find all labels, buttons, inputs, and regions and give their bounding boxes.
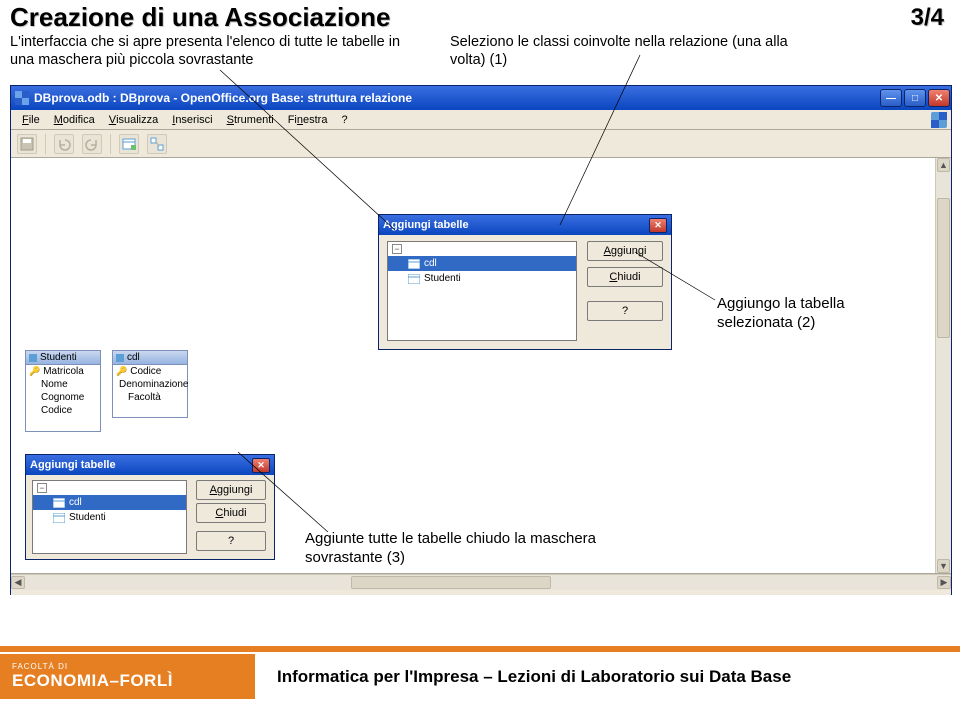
- maximize-button[interactable]: □: [904, 89, 926, 107]
- app-corner-icon: [931, 112, 947, 128]
- window-title: DBprova.odb : DBprova - OpenOffice.org B…: [34, 91, 879, 105]
- horizontal-scrollbar[interactable]: ◀ ▶: [11, 574, 951, 590]
- add-table-icon[interactable]: [119, 134, 139, 154]
- dialog-titlebar[interactable]: Aggiungi tabelle ✕: [26, 455, 274, 475]
- table-row: Nome: [26, 378, 100, 391]
- list-item-label: cdl: [69, 497, 82, 508]
- tree-collapse-icon[interactable]: −: [37, 483, 47, 493]
- menu-visualizza[interactable]: Visualizza: [102, 110, 166, 130]
- annotation-3: Aggiunte tutte le tabelle chiudo la masc…: [305, 530, 605, 568]
- toolbar: [11, 130, 951, 158]
- caption-right: Seleziono le classi coinvolte nella rela…: [450, 33, 800, 69]
- field-label: Denominazione: [119, 379, 189, 390]
- menu-file[interactable]: File: [15, 110, 47, 130]
- scroll-down-arrow-icon[interactable]: ▼: [937, 559, 950, 573]
- field-label: Cognome: [41, 392, 84, 403]
- page-number: 3/4: [911, 4, 944, 32]
- list-item[interactable]: cdl: [33, 495, 186, 510]
- table-row: 🔑Codice: [113, 365, 187, 378]
- scroll-left-arrow-icon[interactable]: ◀: [11, 576, 25, 589]
- field-label: Matricola: [43, 366, 84, 377]
- vertical-scrollbar[interactable]: ▲ ▼: [935, 158, 951, 573]
- menu-inserisci[interactable]: Inserisci: [165, 110, 219, 130]
- undo-icon[interactable]: [54, 134, 74, 154]
- new-relation-icon[interactable]: [147, 134, 167, 154]
- aggiungi-button[interactable]: Aggiungi: [196, 480, 266, 500]
- field-label: Facoltà: [128, 392, 161, 403]
- table-icon: [408, 274, 420, 284]
- scroll-thumb[interactable]: [937, 198, 950, 338]
- tables-list[interactable]: − cdl Studenti: [387, 241, 577, 341]
- menu-help[interactable]: ?: [334, 110, 354, 130]
- slide-title: Creazione di una Associazione: [0, 0, 960, 33]
- dialog-title: Aggiungi tabelle: [383, 219, 469, 231]
- scroll-thumb[interactable]: [351, 576, 551, 589]
- table-box-studenti[interactable]: Studenti 🔑Matricola Nome Cognome Codice: [25, 350, 101, 432]
- table-row: Cognome: [26, 391, 100, 404]
- menu-modifica[interactable]: Modifica: [47, 110, 102, 130]
- dialog-add-tables-main: Aggiungi tabelle ✕ − cdl Studenti: [378, 214, 672, 350]
- table-icon: [53, 513, 65, 523]
- footer-brand-name: ECONOMIA–FORLÌ: [12, 671, 255, 691]
- key-icon: 🔑: [116, 366, 127, 377]
- annotation-2: Aggiungo la tabella selezionata (2): [717, 295, 917, 333]
- table-row: Codice: [26, 404, 100, 417]
- table-icon: [53, 498, 65, 508]
- footer: FACOLTÀ DI ECONOMIA–FORLÌ Informatica pe…: [0, 646, 960, 701]
- list-item[interactable]: Studenti: [33, 510, 186, 525]
- chiudi-button[interactable]: Chiudi: [587, 267, 663, 287]
- field-label: Nome: [41, 379, 68, 390]
- field-label: Codice: [41, 405, 72, 416]
- close-button[interactable]: ✕: [928, 89, 950, 107]
- table-header-cdl: cdl: [113, 351, 187, 365]
- footer-brand: FACOLTÀ DI ECONOMIA–FORLÌ: [0, 654, 255, 699]
- table-row: 🔑Matricola: [26, 365, 100, 378]
- relation-canvas[interactable]: Studenti 🔑Matricola Nome Cognome Codice …: [11, 158, 951, 574]
- minimize-button[interactable]: —: [880, 89, 902, 107]
- key-icon: 🔑: [29, 366, 40, 377]
- field-label: Codice: [130, 366, 161, 377]
- menu-finestra[interactable]: Finestra: [281, 110, 335, 130]
- table-row: Facoltà: [113, 391, 187, 404]
- help-button[interactable]: ?: [587, 301, 663, 321]
- table-header-studenti: Studenti: [26, 351, 100, 365]
- tables-list[interactable]: − cdl Studenti: [32, 480, 187, 554]
- list-item-label: cdl: [424, 258, 437, 269]
- app-icon: [15, 91, 29, 105]
- list-item-label: Studenti: [69, 512, 106, 523]
- table-box-cdl[interactable]: cdl 🔑Codice Denominazione Facoltà: [112, 350, 188, 418]
- scroll-up-arrow-icon[interactable]: ▲: [937, 158, 950, 172]
- dialog-title: Aggiungi tabelle: [30, 459, 116, 471]
- help-button[interactable]: ?: [196, 531, 266, 551]
- dialog-titlebar[interactable]: Aggiungi tabelle ✕: [379, 215, 671, 235]
- scroll-right-arrow-icon[interactable]: ▶: [937, 576, 951, 589]
- save-icon[interactable]: [17, 134, 37, 154]
- tree-collapse-icon[interactable]: −: [392, 244, 402, 254]
- titlebar: DBprova.odb : DBprova - OpenOffice.org B…: [11, 86, 951, 110]
- table-title-studenti: Studenti: [40, 352, 77, 363]
- menubar: File Modifica Visualizza Inserisci Strum…: [11, 110, 951, 130]
- table-row: Denominazione: [113, 378, 187, 391]
- redo-icon[interactable]: [82, 134, 102, 154]
- app-window: DBprova.odb : DBprova - OpenOffice.org B…: [10, 85, 952, 595]
- chiudi-button[interactable]: Chiudi: [196, 503, 266, 523]
- aggiungi-button[interactable]: Aggiungi: [587, 241, 663, 261]
- list-root: −: [33, 481, 186, 495]
- dialog-close-button[interactable]: ✕: [252, 458, 270, 473]
- list-root: −: [388, 242, 576, 256]
- list-item[interactable]: Studenti: [388, 271, 576, 286]
- list-item-label: Studenti: [424, 273, 461, 284]
- caption-left: L'interfaccia che si apre presenta l'ele…: [10, 33, 430, 69]
- caption-row: L'interfaccia che si apre presenta l'ele…: [0, 33, 960, 69]
- dialog-add-tables-small: Aggiungi tabelle ✕ − cdl Studenti: [25, 454, 275, 560]
- footer-faculty: FACOLTÀ DI: [12, 662, 255, 671]
- dialog-close-button[interactable]: ✕: [649, 218, 667, 233]
- menu-strumenti[interactable]: Strumenti: [220, 110, 281, 130]
- footer-course: Informatica per l'Impresa – Lezioni di L…: [255, 667, 791, 687]
- table-title-cdl: cdl: [127, 352, 140, 363]
- table-icon: [408, 259, 420, 269]
- list-item[interactable]: cdl: [388, 256, 576, 271]
